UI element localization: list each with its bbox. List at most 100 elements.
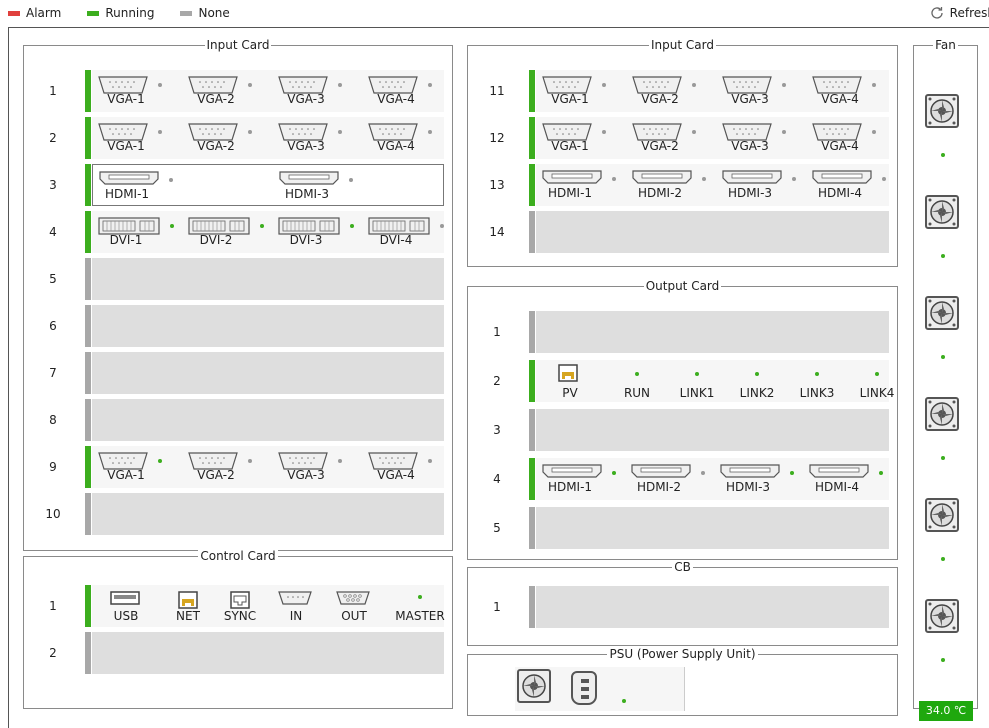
slot-content[interactable] xyxy=(92,305,444,347)
vga-port[interactable]: VGA-4 xyxy=(810,70,880,112)
vga-port[interactable]: VGA-4 xyxy=(366,70,436,112)
slot-content[interactable]: DVI-1 DVI-2 DVI-3 DVI-4 xyxy=(92,211,444,253)
input-card-left-slot[interactable]: 5 xyxy=(33,256,444,302)
input-card-left-slot[interactable]: 2 VGA-1 VGA-2 VGA-3 VGA-4 xyxy=(33,115,444,161)
slot-content[interactable] xyxy=(536,211,889,253)
hdmi-port[interactable]: HDMI-3 xyxy=(277,165,353,205)
net-port[interactable]: NET xyxy=(166,585,210,627)
hdmi-connector-icon xyxy=(279,171,339,188)
slot-status-bar xyxy=(85,352,91,394)
dvi-port[interactable]: DVI-4 xyxy=(366,211,444,253)
output-card-slot[interactable]: 5 xyxy=(477,505,889,551)
run-label: RUN xyxy=(623,386,651,400)
vga-port[interactable]: VGA-2 xyxy=(630,70,700,112)
sync-port[interactable]: SYNC xyxy=(218,585,262,627)
input-card-left-slot[interactable]: 3 HDMI-1 HDMI-3 xyxy=(33,162,444,208)
refresh-button[interactable]: Refresh xyxy=(929,5,989,21)
input-card-left-slot[interactable]: 9 VGA-1 VGA-2 VGA-3 VGA-4 xyxy=(33,444,444,490)
hdmi-port[interactable]: HDMI-4 xyxy=(807,458,883,500)
input-card-right-slot[interactable]: 11 VGA-1 VGA-2 VGA-3 VGA-4 xyxy=(477,68,889,114)
slot-content[interactable]: VGA-1 VGA-2 VGA-3 VGA-4 xyxy=(92,70,444,112)
hdmi-port[interactable]: HDMI-2 xyxy=(630,164,706,206)
vga-port[interactable]: VGA-3 xyxy=(276,70,346,112)
hdmi-port[interactable]: HDMI-1 xyxy=(97,165,173,205)
slot-content[interactable]: PV RUN LINK1 LINK2 LINK3 LINK4 xyxy=(536,360,894,402)
vga-port[interactable]: VGA-4 xyxy=(810,117,880,159)
input-card-left-slot[interactable]: 10 xyxy=(33,491,444,537)
slot-content[interactable] xyxy=(536,311,889,353)
vga-port[interactable]: VGA-2 xyxy=(186,446,256,488)
dvi-port[interactable]: DVI-3 xyxy=(276,211,354,253)
slot-content[interactable] xyxy=(92,352,444,394)
master-port[interactable]: MASTER xyxy=(392,585,448,627)
hdmi-port[interactable]: HDMI-3 xyxy=(720,164,796,206)
input-card-left-slot[interactable]: 1 VGA-1 VGA-2 VGA-3 VGA-4 xyxy=(33,68,444,114)
port-label: HDMI-1 xyxy=(547,186,593,200)
vga-port[interactable]: VGA-1 xyxy=(96,70,166,112)
slot-number: 9 xyxy=(49,460,57,474)
slot-content[interactable]: HDMI-1 HDMI-3 xyxy=(92,164,444,206)
dvi-port[interactable]: DVI-1 xyxy=(96,211,174,253)
input-card-left-slot[interactable]: 7 xyxy=(33,350,444,396)
run-status: RUN xyxy=(612,360,662,402)
slot-content[interactable]: VGA-1 VGA-2 VGA-3 VGA-4 xyxy=(92,446,444,488)
slot-content[interactable]: HDMI-1 HDMI-2 HDMI-3 HDMI-4 xyxy=(536,458,889,500)
hdmi-port[interactable]: HDMI-2 xyxy=(629,458,705,500)
vga-port[interactable]: VGA-3 xyxy=(276,117,346,159)
vga-port[interactable]: VGA-2 xyxy=(186,117,256,159)
hdmi-port[interactable]: HDMI-4 xyxy=(810,164,886,206)
vga-port[interactable]: VGA-1 xyxy=(96,446,166,488)
hdmi-port[interactable]: HDMI-1 xyxy=(540,458,616,500)
slot-content[interactable] xyxy=(536,409,889,451)
port-label: VGA-3 xyxy=(731,139,769,153)
slot-content[interactable]: VGA-1 VGA-2 VGA-3 VGA-4 xyxy=(536,70,889,112)
vga-port[interactable]: VGA-3 xyxy=(720,70,790,112)
vga-port[interactable]: VGA-1 xyxy=(540,70,610,112)
control-card-slot[interactable]: 1 USB NET SYNC IN OUT MASTER xyxy=(33,583,445,629)
vga-port[interactable]: VGA-1 xyxy=(96,117,166,159)
cb-slot[interactable]: 1 xyxy=(477,584,889,630)
vga-port[interactable]: VGA-4 xyxy=(366,446,436,488)
out-port[interactable]: OUT xyxy=(332,585,376,627)
slot-content[interactable]: VGA-1 VGA-2 VGA-3 VGA-4 xyxy=(92,117,444,159)
input-card-left-slot[interactable]: 6 xyxy=(33,303,444,349)
pv-icon xyxy=(558,364,578,385)
port-status-led xyxy=(248,130,252,134)
slot-content[interactable]: USB NET SYNC IN OUT MASTER xyxy=(92,585,445,627)
slot-content[interactable]: HDMI-1 HDMI-2 HDMI-3 HDMI-4 xyxy=(536,164,889,206)
output-card-slot[interactable]: 2 PV RUN LINK1 LINK2 LINK3 LINK4 xyxy=(477,358,894,404)
vga-port[interactable]: VGA-1 xyxy=(540,117,610,159)
slot-content[interactable] xyxy=(92,258,444,300)
dvi-port[interactable]: DVI-2 xyxy=(186,211,264,253)
vga-port[interactable]: VGA-2 xyxy=(186,70,256,112)
slot-content[interactable] xyxy=(92,632,444,674)
slot-content[interactable]: VGA-1 VGA-2 VGA-3 VGA-4 xyxy=(536,117,889,159)
vga-port[interactable]: VGA-4 xyxy=(366,117,436,159)
slot-content[interactable] xyxy=(92,493,444,535)
usb-port[interactable]: USB xyxy=(104,585,148,627)
slot-content[interactable] xyxy=(92,399,444,441)
vga-port[interactable]: VGA-2 xyxy=(630,117,700,159)
control-card-slot[interactable]: 2 xyxy=(33,630,444,676)
in-port[interactable]: IN xyxy=(274,585,318,627)
output-card-slot[interactable]: 4 HDMI-1 HDMI-2 HDMI-3 HDMI-4 xyxy=(477,456,889,502)
input-card-right-slot[interactable]: 13 HDMI-1 HDMI-2 HDMI-3 HDMI-4 xyxy=(477,162,889,208)
output-card-slot[interactable]: 1 xyxy=(477,309,889,355)
output-card-slot[interactable]: 3 xyxy=(477,407,889,453)
vga-port[interactable]: VGA-3 xyxy=(276,446,346,488)
pv-indicator[interactable]: PV xyxy=(550,360,590,402)
link1-status: LINK1 xyxy=(672,360,722,402)
input-card-right-slot[interactable]: 12 VGA-1 VGA-2 VGA-3 VGA-4 xyxy=(477,115,889,161)
hdmi-port[interactable]: HDMI-1 xyxy=(540,164,616,206)
slot-content[interactable] xyxy=(536,507,889,549)
port-label: HDMI-1 xyxy=(104,187,150,201)
vga-port[interactable]: VGA-3 xyxy=(720,117,790,159)
input-card-left-slot[interactable]: 8 xyxy=(33,397,444,443)
psu-module[interactable] xyxy=(515,667,685,711)
hdmi-connector-icon xyxy=(812,170,872,187)
port-status-led xyxy=(790,471,794,475)
hdmi-port[interactable]: HDMI-3 xyxy=(718,458,794,500)
input-card-right-slot[interactable]: 14 xyxy=(477,209,889,255)
input-card-left-slot[interactable]: 4 DVI-1 DVI-2 DVI-3 DVI-4 xyxy=(33,209,444,255)
slot-content[interactable] xyxy=(536,586,889,628)
